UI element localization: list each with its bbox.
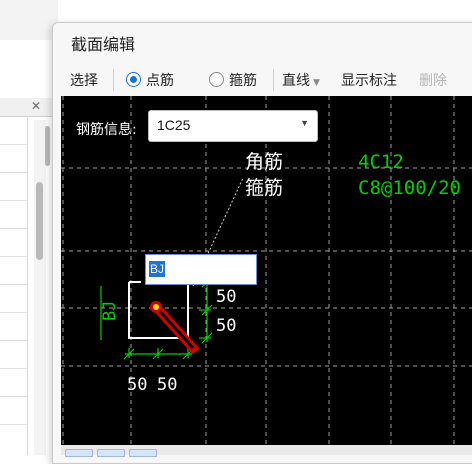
dimension-value-bottom-right: 50	[157, 375, 177, 395]
stirrup-bar-label: 箍筋	[245, 177, 283, 199]
grid-divider	[0, 228, 27, 229]
dialog-toolbar: 选择 点筋 箍筋 直线 ▼ 显示标注 删除	[53, 61, 472, 97]
grid-divider	[0, 284, 27, 285]
point-rebar-label: 点筋	[146, 73, 174, 89]
caret-down-icon: ▼	[313, 78, 320, 88]
bottom-tab[interactable]	[129, 449, 157, 457]
background-toolbar-area	[0, 0, 58, 40]
background-panel-header	[0, 98, 56, 117]
rebar-info-label: 钢筋信息:	[76, 122, 137, 138]
section-canvas[interactable]: 50 50 50 50 BJ 角筋 箍筋 4C12 C8@100/20 钢筋信息…	[61, 96, 472, 446]
grid-divider	[0, 200, 27, 201]
corner-bar-value[interactable]: 4C12	[358, 151, 404, 173]
radio-unchecked-icon	[209, 72, 224, 87]
grid-divider	[0, 424, 27, 425]
grid-divider	[0, 368, 27, 369]
caret-down-icon: ▼	[300, 118, 309, 128]
grid-divider	[27, 116, 28, 455]
dimension-value-right-top: 50	[216, 287, 236, 307]
grid-divider	[0, 256, 27, 257]
stirrup-label: 箍筋	[229, 73, 257, 89]
side-label: BJ	[100, 301, 120, 321]
grid-divider	[0, 312, 27, 313]
corner-bar-label: 角筋	[245, 151, 283, 173]
stirrup-value[interactable]: C8@100/20	[358, 177, 461, 199]
point-rebar-radio[interactable]: 点筋	[126, 70, 174, 90]
selected-rebar	[150, 301, 200, 355]
select-button[interactable]: 选择	[70, 70, 98, 90]
bottom-tab[interactable]	[97, 449, 125, 457]
inline-edit-selected-text: BJ	[149, 261, 166, 277]
rebar-info-combobox[interactable]: 1C25 ▼	[148, 110, 318, 142]
line-label: 直线	[282, 73, 310, 89]
grid-divider	[0, 396, 27, 397]
section-drawing[interactable]: 50 50 50 50 BJ 角筋 箍筋 4C12 C8@100/20	[61, 96, 472, 446]
dialog-bottom-bar	[61, 445, 472, 457]
toolbar-separator	[273, 69, 274, 91]
background-scrollbar-thumb[interactable]	[45, 126, 50, 166]
grid-lines	[61, 96, 472, 446]
grid-divider	[0, 340, 27, 341]
delete-button[interactable]: 删除	[419, 70, 447, 90]
stirrup-radio[interactable]: 箍筋	[209, 70, 257, 90]
rebar-info-value: 1C25	[157, 117, 191, 133]
grid-divider	[0, 172, 27, 173]
dimension-value-right-bottom: 50	[216, 316, 236, 336]
line-dropdown[interactable]: 直线 ▼	[282, 70, 320, 90]
grid-divider	[0, 144, 27, 145]
dimension-value-bottom-left: 50	[127, 375, 147, 395]
background-scrollbar[interactable]	[34, 120, 46, 455]
background-close-icon[interactable]: ✕	[31, 99, 41, 113]
bottom-tab[interactable]	[65, 449, 93, 457]
dialog-title: 截面编辑	[71, 35, 136, 54]
background-scrollbar-thumb[interactable]	[36, 182, 43, 260]
toolbar-separator	[113, 69, 114, 91]
inline-edit-box[interactable]: BJ	[145, 254, 257, 285]
show-annotation-button[interactable]: 显示标注	[341, 70, 397, 90]
radio-checked-icon	[126, 72, 141, 87]
